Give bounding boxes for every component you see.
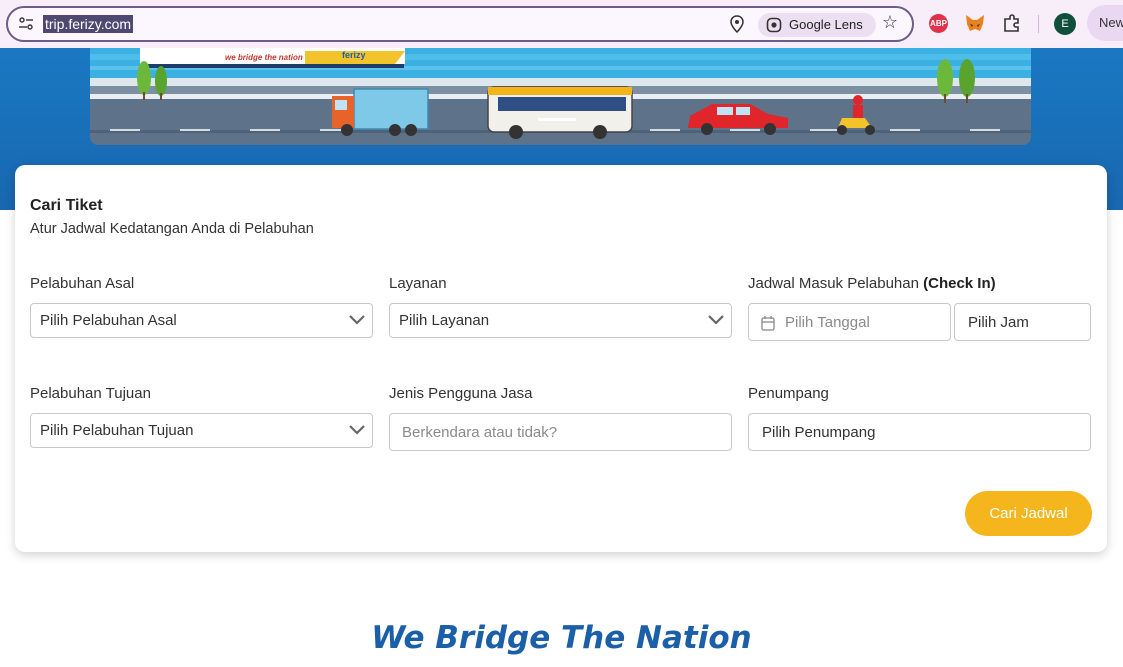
chevron-down-icon [349, 315, 365, 325]
lens-icon [766, 17, 782, 33]
adblock-extension-icon[interactable]: ABP [929, 14, 948, 33]
search-schedule-button[interactable]: Cari Jadwal [965, 491, 1092, 536]
extensions-puzzle-icon[interactable] [1001, 12, 1023, 34]
service-value: Pilih Layanan [399, 312, 490, 329]
origin-port-label: Pelabuhan Asal [30, 275, 135, 292]
chevron-down-icon [349, 425, 365, 435]
checkin-time-value: Pilih Jam [968, 314, 1029, 331]
checkin-label-text: Jadwal Masuk Pelabuhan [748, 275, 919, 292]
new-chip-label: New [1099, 15, 1123, 30]
new-chrome-chip[interactable]: New [1087, 5, 1123, 41]
checkin-label: Jadwal Masuk Pelabuhan (Check In) [748, 275, 996, 292]
address-bar[interactable]: trip.ferizy.com Google Lens ☆ [6, 6, 914, 42]
site-settings-icon[interactable] [18, 16, 34, 32]
metamask-fox-icon[interactable] [964, 12, 986, 34]
calendar-icon [761, 316, 775, 331]
user-type-label: Jenis Pengguna Jasa [389, 385, 533, 402]
profile-avatar[interactable]: E [1054, 13, 1076, 35]
service-label: Layanan [389, 275, 447, 292]
checkin-date-placeholder: Pilih Tanggal [785, 314, 870, 331]
checkin-time-select[interactable]: Pilih Jam [954, 303, 1091, 341]
user-type-input[interactable]: Berkendara atau tidak? [389, 413, 732, 451]
ship-slogan-text: we bridge the nation [225, 53, 303, 62]
passenger-label: Penumpang [748, 385, 829, 402]
location-icon[interactable] [729, 15, 745, 33]
destination-port-select[interactable]: Pilih Pelabuhan Tujuan [30, 413, 373, 448]
checkin-date-picker[interactable]: Pilih Tanggal [748, 303, 951, 341]
google-lens-button[interactable]: Google Lens [758, 13, 876, 37]
passenger-select[interactable]: Pilih Penumpang [748, 413, 1091, 451]
user-type-placeholder: Berkendara atau tidak? [402, 424, 558, 441]
browser-toolbar: trip.ferizy.com Google Lens ☆ ABP E New [0, 0, 1123, 48]
passenger-value: Pilih Penumpang [762, 424, 876, 441]
hero-banner-illustration: we bridge the nation ferizy [90, 48, 1031, 145]
search-ticket-card: Cari Tiket Atur Jadwal Kedatangan Anda d… [15, 165, 1107, 552]
destination-port-label: Pelabuhan Tujuan [30, 385, 151, 402]
ship-brand-text: ferizy [342, 50, 366, 60]
checkin-label-bold: (Check In) [923, 275, 996, 292]
toolbar-separator [1038, 15, 1039, 33]
lens-label: Google Lens [789, 17, 863, 32]
service-select[interactable]: Pilih Layanan [389, 303, 732, 338]
destination-port-value: Pilih Pelabuhan Tujuan [40, 422, 194, 439]
bookmark-star-icon[interactable]: ☆ [880, 13, 900, 33]
origin-port-value: Pilih Pelabuhan Asal [40, 312, 177, 329]
chevron-down-icon [708, 315, 724, 325]
url-text[interactable]: trip.ferizy.com [43, 15, 134, 33]
tagline-heading: We Bridge The Nation [371, 620, 752, 656]
origin-port-select[interactable]: Pilih Pelabuhan Asal [30, 303, 373, 338]
card-title: Cari Tiket [30, 197, 103, 214]
card-subtitle: Atur Jadwal Kedatangan Anda di Pelabuhan [30, 221, 314, 237]
